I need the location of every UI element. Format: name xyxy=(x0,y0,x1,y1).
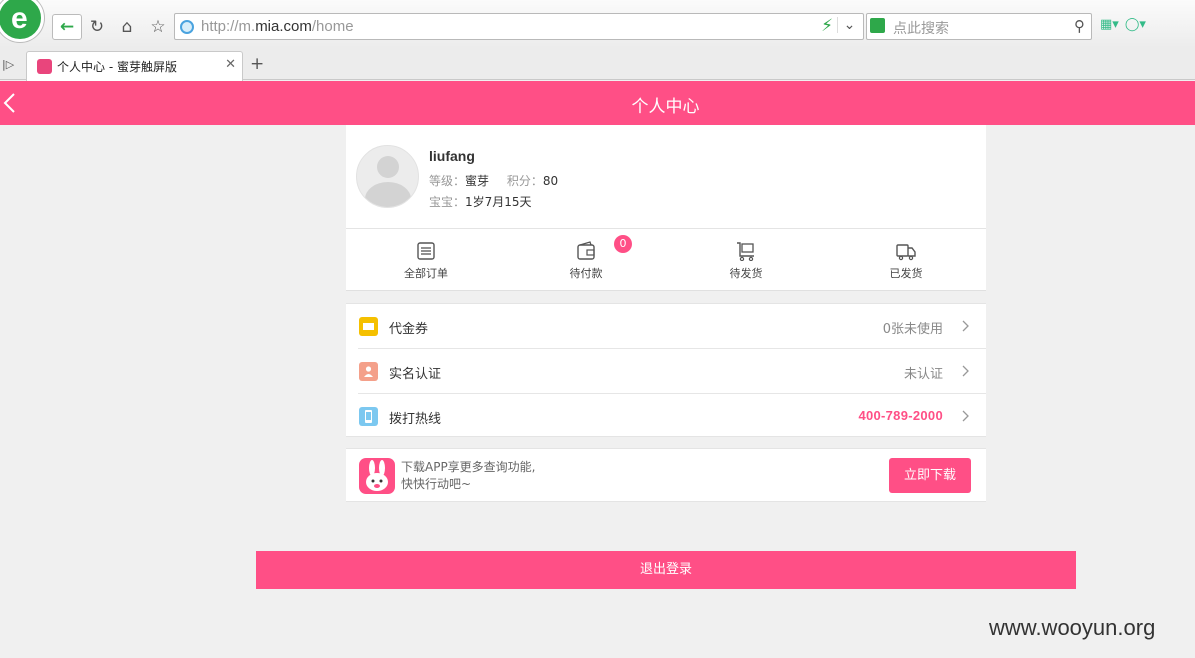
coupon-row[interactable]: 代金券 0张未使用 xyxy=(346,304,986,349)
tab-title: 个人中心 - 蜜芽触屏版 xyxy=(57,60,177,74)
list-icon xyxy=(417,242,435,260)
phone-icon xyxy=(359,407,378,426)
pending-payment-button[interactable]: 待付款 xyxy=(506,229,666,290)
extension-icons: ▦▾ ◯▾ xyxy=(1100,17,1146,32)
lightning-icon[interactable]: ⚡ xyxy=(821,16,833,36)
globe-icon xyxy=(180,20,194,34)
rabbit-app-icon xyxy=(359,458,395,494)
page-header: 个人中心 xyxy=(0,81,1195,125)
cart-icon xyxy=(737,242,754,261)
chevron-right-icon xyxy=(962,365,969,377)
watermark: www.wooyun.org xyxy=(989,615,1156,640)
chevron-right-icon xyxy=(962,320,969,332)
app-promo-text: 下载APP享更多查询功能, 快快行动吧~ xyxy=(401,460,536,491)
truck-icon xyxy=(896,244,916,261)
sidebar-toggle-icon[interactable]: |▷ xyxy=(2,58,14,71)
address-bar[interactable]: http://m.mia.com/home ⚡ ⌄ xyxy=(174,13,864,40)
search-icon[interactable]: ⚲ xyxy=(1074,17,1085,35)
tab-strip: |▷ 个人中心 - 蜜芽触屏版 ✕ + xyxy=(0,48,1195,81)
search-engine-icon[interactable] xyxy=(870,18,885,33)
page-title: 个人中心 xyxy=(631,97,700,117)
logout-button[interactable]: 退出登录 xyxy=(256,551,1076,589)
download-app-button[interactable]: 立即下载 xyxy=(889,458,971,493)
search-input[interactable]: 点此搜索 ⚲ xyxy=(866,13,1092,40)
profile-card: liufang 等级：蜜芽 积分：80 宝宝：1岁7月15天 xyxy=(346,125,986,229)
chevron-right-icon xyxy=(962,410,969,422)
pending-shipment-button[interactable]: 待发货 xyxy=(666,229,826,290)
app-download-banner: 下载APP享更多查询功能, 快快行动吧~ 立即下载 xyxy=(346,448,986,502)
home-button[interactable]: ⌂ xyxy=(114,14,140,40)
username: liufang xyxy=(429,148,475,164)
shipped-button[interactable]: 已发货 xyxy=(826,229,986,290)
bookmark-star-icon[interactable]: ☆ xyxy=(145,14,171,40)
tab-personal-center[interactable]: 个人中心 - 蜜芽触屏版 ✕ xyxy=(26,51,243,81)
avatar[interactable] xyxy=(356,145,419,208)
baby-line: 宝宝：1岁7月15天 xyxy=(429,195,532,209)
url-text[interactable]: http://m.mia.com/home xyxy=(201,18,354,35)
browser-logo: e xyxy=(0,0,44,42)
real-name-row[interactable]: 实名认证 未认证 xyxy=(346,349,986,394)
pending-payment-badge: 0 xyxy=(614,235,632,253)
apps-icon[interactable]: ▦▾ xyxy=(1100,17,1119,32)
shield-icon[interactable]: ◯▾ xyxy=(1125,17,1146,32)
new-tab-button[interactable]: + xyxy=(250,54,264,74)
chevron-down-icon[interactable]: ⌄ xyxy=(837,17,861,33)
level-line: 等级：蜜芽 积分：80 xyxy=(429,174,559,188)
coupon-icon xyxy=(359,317,378,336)
id-icon xyxy=(359,362,378,381)
close-icon[interactable]: ✕ xyxy=(225,57,236,72)
mia-favicon-icon xyxy=(37,59,52,74)
back-button[interactable]: ← xyxy=(52,14,82,40)
refresh-button[interactable]: ↻ xyxy=(84,14,110,40)
browser-toolbar: e ← ↻ ⌂ ☆ http://m.mia.com/home ⚡ ⌄ 点此搜索… xyxy=(0,0,1195,48)
order-shortcuts: 全部订单 待付款 待发货 已发货 0 xyxy=(346,229,986,291)
account-menu: 代金券 0张未使用 实名认证 未认证 拨打热线 400-789-2000 xyxy=(346,303,986,437)
hotline-number[interactable]: 400-789-2000 xyxy=(858,408,943,423)
wallet-icon xyxy=(577,241,595,260)
all-orders-button[interactable]: 全部订单 xyxy=(346,229,506,290)
hotline-row[interactable]: 拨打热线 400-789-2000 xyxy=(346,394,986,439)
